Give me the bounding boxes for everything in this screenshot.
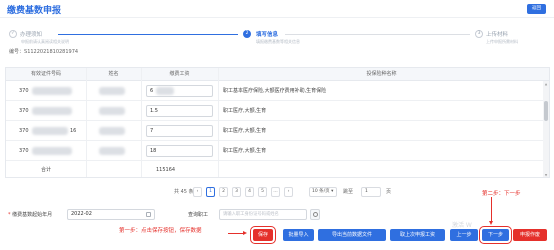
table-header: 有效证件号码 姓名 缴费工资 投保险种名称 bbox=[6, 68, 549, 81]
total-count: 共 45 条 bbox=[174, 189, 194, 195]
next-page-icon[interactable]: › bbox=[284, 187, 293, 197]
top-bar: 缴费基数申报 返回 bbox=[0, 0, 554, 18]
table-row: 370 1.5 职工医疗,大额,生育 bbox=[6, 101, 549, 121]
cell-id: 370 bbox=[19, 148, 29, 154]
annotation-step-1: 第一步：点击保存按钮，保存数据 bbox=[119, 228, 202, 234]
batch-import-button[interactable]: 批量导入 bbox=[283, 229, 314, 241]
wage-input[interactable]: 7 bbox=[146, 125, 213, 137]
start-date-input[interactable]: 2022-02 bbox=[67, 209, 155, 220]
prev-page-icon[interactable]: ‹ bbox=[193, 187, 202, 197]
page-5[interactable]: 5 bbox=[258, 187, 267, 197]
save-button[interactable]: 保存 bbox=[250, 226, 276, 244]
step-2-number: 2 bbox=[243, 30, 251, 38]
total-label: 合计 bbox=[40, 167, 51, 173]
start-date-text: 缴费基数起始年月 bbox=[12, 212, 53, 218]
step-3-title: 上传材料 bbox=[486, 32, 509, 38]
cell-id: 370 bbox=[19, 128, 29, 134]
redacted-id bbox=[32, 107, 72, 115]
watermark: 激活 W bbox=[452, 222, 472, 229]
ellipsis-icon[interactable]: … bbox=[271, 187, 280, 197]
export-button[interactable]: 导出当前数据文件 bbox=[318, 229, 386, 241]
next-step-button[interactable]: 下一步 bbox=[479, 226, 512, 244]
arrow-head-icon bbox=[489, 221, 493, 225]
redacted-id bbox=[32, 147, 72, 155]
query-label: 查询职工 bbox=[188, 212, 209, 218]
wage-value: 18 bbox=[150, 148, 157, 154]
jump-label: 跳至 bbox=[343, 189, 354, 195]
table-row: 370 6 职工基本医疗保险,大额医疗费用补助,生育保险 bbox=[6, 81, 549, 101]
redacted-wage bbox=[156, 87, 174, 95]
page-3[interactable]: 3 bbox=[232, 187, 241, 197]
cell-insurance: 职工医疗,大额,生育 bbox=[223, 108, 267, 114]
table-row: 370 16 7 职工医疗,大额,生育 bbox=[6, 121, 549, 141]
annotation-arrow bbox=[491, 197, 492, 222]
cell-id: 370 bbox=[19, 108, 29, 114]
wage-value: 6 bbox=[150, 88, 154, 94]
step-1-title: 办理须知 bbox=[20, 32, 43, 38]
page-unit: 页 bbox=[386, 189, 392, 195]
pagination: 共 45 条 ‹ 1 2 3 4 5 … › 10 条/页 ▾ 跳至 1 页 bbox=[0, 185, 554, 199]
annotation-step-2: 第二步：下一步 bbox=[482, 191, 521, 197]
redacted-id bbox=[32, 127, 68, 135]
wage-value: 1.5 bbox=[150, 108, 158, 114]
table-row: 370 18 职工医疗,大额,生育 bbox=[6, 141, 549, 161]
redacted-name bbox=[99, 127, 125, 135]
table-scrollbar[interactable]: ▲ ▼ bbox=[543, 81, 549, 177]
col-wage: 缴费工资 bbox=[169, 71, 190, 77]
redacted-name bbox=[99, 147, 125, 155]
wage-input[interactable]: 18 bbox=[146, 145, 213, 157]
start-date-label: * 缴费基数起始年月 bbox=[8, 211, 52, 218]
step-1-desc: 申报前请认真阅读相关说明 bbox=[21, 39, 69, 44]
redacted-id bbox=[32, 87, 72, 95]
total-value: 115164 bbox=[156, 167, 176, 173]
wage-table: 有效证件号码 姓名 缴费工资 投保险种名称 370 6 职工基本医疗保险,大额医… bbox=[5, 67, 550, 178]
business-number-value: S1122021810281974 bbox=[24, 49, 79, 55]
page-title: 缴费基数申报 bbox=[7, 6, 62, 16]
step-2-title: 填写信息 bbox=[256, 32, 279, 38]
cell-insurance: 职工医疗,大额,生育 bbox=[223, 128, 267, 134]
wage-value: 7 bbox=[150, 128, 154, 134]
load-last-wage-button[interactable]: 取上次申报工资 bbox=[390, 229, 445, 241]
wage-input[interactable]: 1.5 bbox=[146, 105, 213, 117]
calendar-icon[interactable] bbox=[146, 212, 151, 217]
annotation-arrow bbox=[228, 233, 244, 234]
col-id: 有效证件号码 bbox=[30, 71, 61, 77]
redacted-name bbox=[99, 87, 125, 95]
arrow-head-icon bbox=[243, 231, 247, 235]
page-size-value: 10 条/页 bbox=[312, 189, 330, 194]
page-4[interactable]: 4 bbox=[245, 187, 254, 197]
cell-id-suffix: 16 bbox=[70, 128, 77, 134]
step-connector bbox=[58, 34, 238, 35]
void-declaration-button[interactable]: 申报作废 bbox=[513, 229, 547, 241]
business-number: 编号：S1122021810281974 bbox=[9, 48, 78, 55]
table-total-row: 合计 115164 bbox=[6, 161, 549, 177]
cell-insurance: 职工医疗,大额,生育 bbox=[223, 148, 267, 154]
scrollbar-thumb[interactable] bbox=[544, 101, 548, 121]
prev-step-button[interactable]: 上一步 bbox=[450, 229, 478, 241]
scroll-down-icon[interactable]: ▼ bbox=[544, 173, 548, 177]
page-1[interactable]: 1 bbox=[206, 187, 215, 197]
scroll-up-icon[interactable]: ▲ bbox=[544, 82, 548, 86]
step-3-desc: 上传申报所需材料 bbox=[486, 39, 518, 44]
page-size-select[interactable]: 10 条/页 ▾ bbox=[309, 187, 337, 197]
business-number-label: 编号： bbox=[9, 49, 25, 55]
step-2-desc: 填报缴费基数等相关信息 bbox=[256, 39, 300, 44]
step-3-number: 3 bbox=[475, 30, 483, 38]
search-icon[interactable] bbox=[310, 209, 320, 220]
return-button[interactable]: 返回 bbox=[527, 4, 546, 14]
col-name: 姓名 bbox=[108, 71, 119, 77]
cell-id: 370 bbox=[19, 88, 29, 94]
step-indicator: ✓ 办理须知 申报前请认真阅读相关说明 2 填写信息 填报缴费基数等相关信息 3… bbox=[0, 25, 554, 59]
page-2[interactable]: 2 bbox=[219, 187, 228, 197]
jump-input[interactable]: 1 bbox=[361, 187, 381, 197]
cell-insurance: 职工基本医疗保险,大额医疗费用补助,生育保险 bbox=[223, 88, 327, 94]
col-insurance: 投保险种名称 bbox=[366, 71, 397, 77]
start-date-value: 2022-02 bbox=[71, 211, 92, 217]
redacted-name bbox=[99, 107, 125, 115]
employee-search-input[interactable]: 请输入职工身份证号码或姓名 bbox=[219, 209, 307, 220]
check-icon: ✓ bbox=[9, 30, 17, 38]
step-connector bbox=[285, 34, 470, 35]
